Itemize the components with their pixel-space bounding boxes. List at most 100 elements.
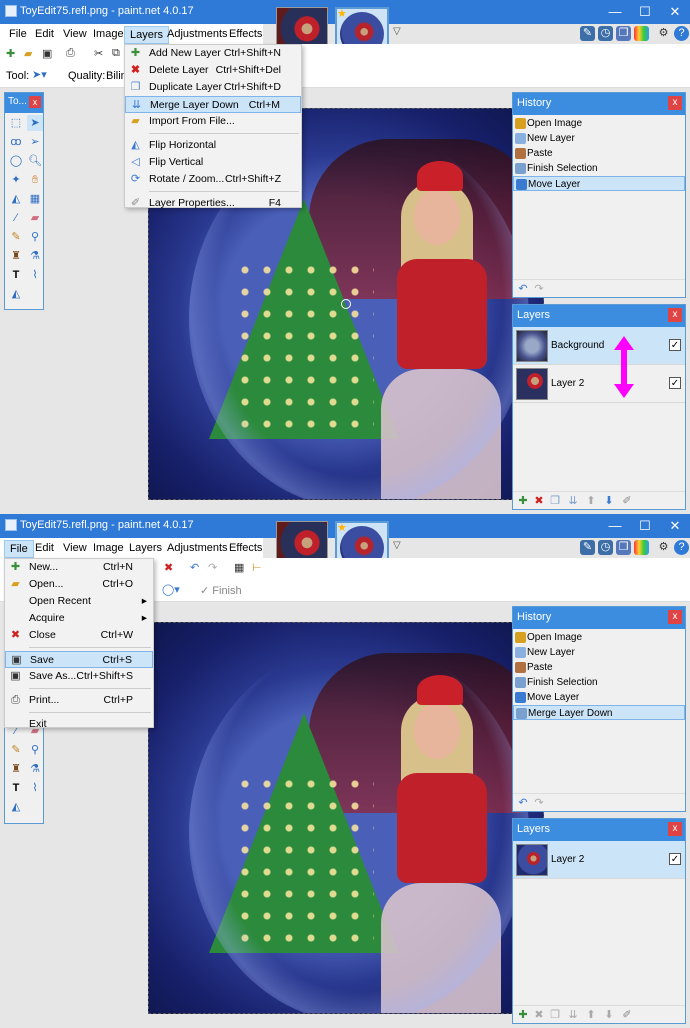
recolor-tool-icon[interactable]: ⚗ bbox=[27, 248, 43, 264]
minimize-button[interactable]: — bbox=[600, 516, 630, 536]
layer-visibility-checkbox[interactable]: ✓ bbox=[669, 377, 681, 389]
menu-save[interactable]: ▣ Save Ctrl+S bbox=[5, 651, 153, 668]
layer-visibility-checkbox[interactable]: ✓ bbox=[669, 339, 681, 351]
colors-window-icon[interactable] bbox=[634, 26, 649, 41]
duplicate-layer-icon[interactable]: ❐ bbox=[549, 1009, 561, 1021]
print-icon[interactable]: ⎙ bbox=[66, 47, 80, 61]
save-file-icon[interactable]: ▣ bbox=[42, 47, 56, 61]
redo-icon[interactable]: ↷ bbox=[533, 797, 545, 809]
merge-down-icon[interactable]: ⇊ bbox=[567, 495, 579, 507]
clone-stamp-tool-icon[interactable]: ♜ bbox=[8, 248, 24, 264]
thumbnail-dropdown-icon[interactable]: ▽ bbox=[393, 540, 401, 551]
crop-icon[interactable]: ✖ bbox=[164, 561, 178, 575]
move-layer-down-icon[interactable]: ⬇ bbox=[603, 495, 615, 507]
tools-window-icon[interactable]: ✎ bbox=[580, 540, 595, 555]
tools-close-icon[interactable]: x bbox=[29, 96, 41, 108]
help-icon[interactable]: ? bbox=[674, 540, 689, 555]
zoom-tool-icon[interactable]: 🔍︎ bbox=[27, 153, 43, 169]
clone-stamp-tool-icon[interactable]: ♜ bbox=[8, 761, 24, 777]
settings-icon[interactable]: ⚙ bbox=[656, 540, 671, 555]
menu-delete-layer[interactable]: ✖ Delete Layer Ctrl+Shift+Del bbox=[125, 62, 301, 79]
menu-import-from-file[interactable]: ▰ Import From File... bbox=[125, 113, 301, 130]
history-item-selected[interactable]: Merge Layer Down bbox=[513, 705, 685, 720]
new-file-icon[interactable]: ✚ bbox=[6, 47, 20, 61]
pencil-tool-icon[interactable]: ✎ bbox=[8, 742, 24, 758]
history-close-icon[interactable]: x bbox=[668, 610, 682, 624]
shapes-tool-icon[interactable]: ◭ bbox=[8, 286, 24, 302]
maximize-button[interactable]: ☐ bbox=[630, 2, 660, 22]
move-tool-icon[interactable]: ➤▾ bbox=[32, 68, 47, 81]
move-selected-tool-icon[interactable]: ➤ bbox=[27, 115, 43, 131]
layers-window-icon[interactable]: ❐ bbox=[616, 26, 631, 41]
menu-duplicate-layer[interactable]: ❐ Duplicate Layer Ctrl+Shift+D bbox=[125, 79, 301, 96]
text-tool-icon[interactable]: T bbox=[8, 780, 24, 796]
layer-properties-icon[interactable]: ✐ bbox=[621, 1009, 633, 1021]
maximize-button[interactable]: ☐ bbox=[630, 516, 660, 536]
ruler-icon[interactable]: ⊢ bbox=[252, 561, 266, 575]
menu-add-new-layer[interactable]: ✚ Add New Layer Ctrl+Shift+N bbox=[125, 45, 301, 62]
menu-open[interactable]: ▰ Open... Ctrl+O bbox=[5, 576, 153, 593]
menu-layer-properties[interactable]: ✐ Layer Properties... F4 bbox=[125, 195, 301, 212]
history-item[interactable]: Finish Selection bbox=[513, 675, 685, 690]
history-item[interactable]: New Layer bbox=[513, 131, 685, 146]
history-item[interactable]: Paste bbox=[513, 660, 685, 675]
gradient-tool-icon[interactable]: ▦ bbox=[27, 191, 43, 207]
move-handle-icon[interactable] bbox=[341, 299, 351, 309]
delete-layer-icon[interactable]: ✖ bbox=[533, 495, 545, 507]
grid-icon[interactable]: ▦ bbox=[234, 561, 248, 575]
history-window-icon[interactable]: ◷ bbox=[598, 540, 613, 555]
menu-open-recent[interactable]: Open Recent ▸ bbox=[5, 593, 153, 610]
thumbnail-dropdown-icon[interactable]: ▽ bbox=[393, 26, 401, 37]
close-window-button[interactable]: ✕ bbox=[660, 2, 690, 22]
history-item[interactable]: Paste bbox=[513, 146, 685, 161]
layer-row-layer2[interactable]: Layer 2 ✓ bbox=[513, 841, 685, 879]
paintbrush-tool-icon[interactable]: ∕ bbox=[8, 210, 24, 226]
selection-mode-icon[interactable]: ◯▾ bbox=[162, 583, 180, 596]
menu-effects[interactable]: Effects bbox=[224, 26, 267, 44]
layer-row-background[interactable]: Background ✓ bbox=[513, 327, 685, 365]
menu-print[interactable]: ⎙ Print... Ctrl+P bbox=[5, 692, 153, 709]
layers-close-icon[interactable]: x bbox=[668, 822, 682, 836]
menu-close[interactable]: ✖ Close Ctrl+W bbox=[5, 627, 153, 644]
menu-view[interactable]: View bbox=[58, 540, 92, 558]
menu-merge-layer-down[interactable]: ⇊ Merge Layer Down Ctrl+M bbox=[125, 96, 301, 113]
finish-button[interactable]: ✓ Finish bbox=[200, 584, 242, 597]
menu-edit[interactable]: Edit bbox=[30, 540, 59, 558]
menu-adjustments[interactable]: Adjustments bbox=[162, 26, 233, 44]
history-item-selected[interactable]: Move Layer bbox=[513, 176, 685, 191]
menu-flip-horizontal[interactable]: ◭ Flip Horizontal bbox=[125, 137, 301, 154]
menu-view[interactable]: View bbox=[58, 26, 92, 44]
layers-close-icon[interactable]: x bbox=[668, 308, 682, 322]
menu-new[interactable]: ✚ New... Ctrl+N bbox=[5, 559, 153, 576]
pencil-tool-icon[interactable]: ✎ bbox=[8, 229, 24, 245]
menu-file[interactable]: File bbox=[4, 26, 32, 44]
history-window-icon[interactable]: ◷ bbox=[598, 26, 613, 41]
menu-flip-vertical[interactable]: ◁ Flip Vertical bbox=[125, 154, 301, 171]
history-item[interactable]: Open Image bbox=[513, 116, 685, 131]
menu-edit[interactable]: Edit bbox=[30, 26, 59, 44]
history-close-icon[interactable]: x bbox=[668, 96, 682, 110]
minimize-button[interactable]: — bbox=[600, 2, 630, 22]
history-item[interactable]: New Layer bbox=[513, 645, 685, 660]
move-layer-up-icon[interactable]: ⬆ bbox=[585, 495, 597, 507]
open-file-icon[interactable]: ▰ bbox=[24, 47, 38, 61]
move-layer-up-icon[interactable]: ⬆ bbox=[585, 1009, 597, 1021]
add-layer-icon[interactable]: ✚ bbox=[517, 1009, 529, 1021]
menu-image[interactable]: Image bbox=[88, 540, 129, 558]
merge-down-icon[interactable]: ⇊ bbox=[567, 1009, 579, 1021]
menu-image[interactable]: Image bbox=[88, 26, 129, 44]
shapes-tool-icon[interactable]: ◭ bbox=[8, 799, 24, 815]
delete-layer-icon[interactable]: ✖ bbox=[533, 1009, 545, 1021]
magic-wand-tool-icon[interactable]: ✦ bbox=[8, 172, 24, 188]
redo-icon[interactable]: ↷ bbox=[533, 283, 545, 295]
menu-effects[interactable]: Effects bbox=[224, 540, 267, 558]
menu-acquire[interactable]: Acquire ▸ bbox=[5, 610, 153, 627]
rect-select-tool-icon[interactable]: ⬚ bbox=[8, 115, 24, 131]
paint-bucket-tool-icon[interactable]: ◭ bbox=[8, 191, 24, 207]
redo-icon[interactable]: ↷ bbox=[208, 561, 222, 575]
undo-icon[interactable]: ↶ bbox=[517, 797, 529, 809]
history-item[interactable]: Open Image bbox=[513, 630, 685, 645]
layer-properties-icon[interactable]: ✐ bbox=[621, 495, 633, 507]
line-tool-icon[interactable]: ⌇ bbox=[27, 267, 43, 283]
undo-icon[interactable]: ↶ bbox=[190, 561, 204, 575]
